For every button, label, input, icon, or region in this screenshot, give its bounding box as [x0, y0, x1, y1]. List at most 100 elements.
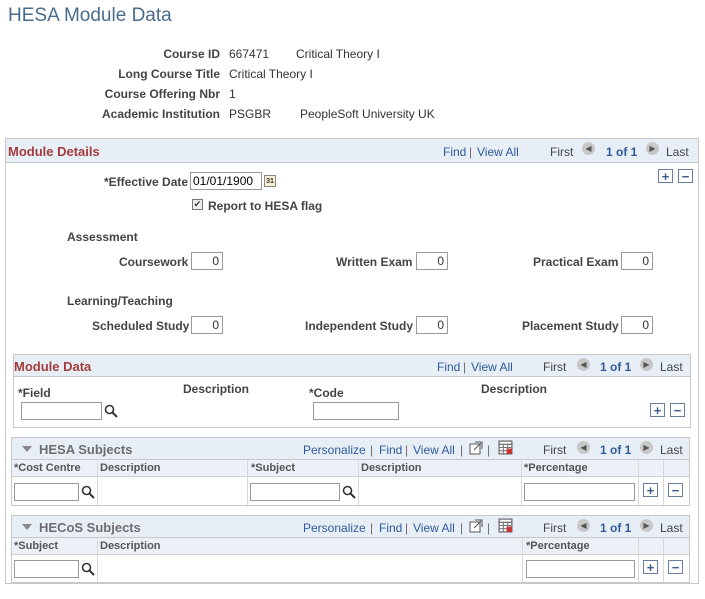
last-label: Last: [666, 145, 689, 159]
column-divider: [521, 460, 522, 505]
coursework-input[interactable]: [191, 252, 223, 270]
column-header: *Subject: [251, 462, 296, 474]
cost-centre-input[interactable]: [14, 483, 79, 501]
column-divider: [663, 460, 664, 505]
zoom-icon[interactable]: [469, 441, 483, 455]
percentage-input[interactable]: [524, 483, 635, 501]
collapse-icon[interactable]: [22, 446, 32, 452]
lookup-icon[interactable]: [81, 485, 95, 499]
view-all-link[interactable]: View All: [413, 443, 455, 457]
practical-exam-input[interactable]: [621, 252, 653, 270]
module-data-title: Module Data: [14, 359, 92, 374]
field-label: *Field: [18, 386, 51, 400]
effective-date-label: *Effective Date: [104, 175, 189, 189]
row-count: 1 of 1: [606, 145, 638, 159]
personalize-link[interactable]: Personalize: [303, 521, 366, 535]
lookup-icon[interactable]: [104, 404, 118, 418]
find-link[interactable]: Find: [437, 360, 460, 374]
column-header: *Cost Centre: [14, 462, 81, 474]
column-header: *Subject: [14, 540, 59, 552]
course-id-label: Course ID: [163, 47, 220, 61]
last-icon[interactable]: ▶: [640, 519, 653, 532]
separator: |: [370, 521, 374, 535]
coursework-label: Coursework: [119, 255, 189, 269]
add-row-icon[interactable]: +: [658, 169, 673, 183]
first-icon[interactable]: ◀: [582, 142, 595, 155]
last-label: Last: [660, 360, 683, 374]
offering-value: 1: [229, 87, 236, 101]
last-icon[interactable]: ▶: [646, 142, 659, 155]
find-link[interactable]: Find: [379, 443, 402, 457]
find-link[interactable]: Find: [379, 521, 402, 535]
percentage-input[interactable]: [526, 560, 635, 578]
download-icon[interactable]: [498, 518, 513, 533]
row-count: 1 of 1: [600, 521, 632, 535]
download-icon[interactable]: [498, 440, 513, 455]
delete-row-icon[interactable]: −: [678, 169, 693, 183]
independent-study-input[interactable]: [416, 316, 448, 334]
separator: |: [460, 443, 464, 457]
column-divider: [638, 538, 639, 582]
add-row-icon[interactable]: +: [643, 560, 658, 574]
scheduled-study-label: Scheduled Study: [92, 319, 190, 333]
collapse-icon[interactable]: [22, 524, 32, 530]
scheduled-study-input[interactable]: [191, 316, 223, 334]
last-icon[interactable]: ▶: [640, 358, 653, 371]
personalize-link[interactable]: Personalize: [303, 443, 366, 457]
separator: |: [469, 145, 473, 159]
placement-study-input[interactable]: [621, 316, 653, 334]
report-flag-checkbox[interactable]: ✔: [192, 199, 203, 210]
column-header: *Percentage: [526, 540, 590, 552]
first-icon[interactable]: ◀: [577, 441, 590, 454]
separator: |: [487, 521, 491, 535]
subject-input[interactable]: [14, 560, 79, 578]
long-title-label: Long Course Title: [118, 67, 220, 81]
field-input[interactable]: [21, 402, 102, 420]
separator: |: [487, 443, 491, 457]
delete-row-icon[interactable]: −: [668, 483, 683, 497]
first-label: First: [550, 145, 574, 159]
report-flag-label: Report to HESA flag: [208, 199, 323, 213]
lookup-icon[interactable]: [81, 562, 95, 576]
separator: |: [405, 521, 409, 535]
row-count: 1 of 1: [600, 360, 632, 374]
view-all-link[interactable]: View All: [471, 360, 513, 374]
module-details-title: Module Details: [8, 144, 100, 159]
first-icon[interactable]: ◀: [577, 358, 590, 371]
first-label: First: [543, 360, 567, 374]
learning-label: Learning/Teaching: [67, 294, 173, 308]
row-count: 1 of 1: [600, 443, 632, 457]
lookup-icon[interactable]: [342, 485, 356, 499]
add-row-icon[interactable]: +: [643, 483, 658, 497]
last-label: Last: [660, 521, 683, 535]
view-all-link[interactable]: View All: [477, 145, 519, 159]
page-title: HESA Module Data: [8, 5, 172, 26]
code-input[interactable]: [313, 402, 399, 420]
find-link[interactable]: Find: [443, 145, 466, 159]
column-header: Description: [361, 462, 422, 474]
delete-row-icon[interactable]: −: [668, 560, 683, 574]
description-label: Description: [183, 382, 250, 396]
written-exam-input[interactable]: [416, 252, 448, 270]
hesa-subjects-title: HESA Subjects: [39, 442, 133, 457]
placement-study-label: Placement Study: [522, 319, 619, 333]
last-icon[interactable]: ▶: [640, 441, 653, 454]
calendar-icon[interactable]: 31: [264, 175, 276, 187]
view-all-link[interactable]: View All: [413, 521, 455, 535]
code-label: *Code: [309, 386, 344, 400]
separator: |: [460, 521, 464, 535]
delete-row-icon[interactable]: −: [670, 403, 685, 417]
add-row-icon[interactable]: +: [650, 403, 665, 417]
institution-name: PeopleSoft University UK: [300, 107, 435, 121]
effective-date-input[interactable]: [190, 172, 262, 190]
subject-input[interactable]: [250, 483, 340, 501]
first-icon[interactable]: ◀: [577, 519, 590, 532]
column-divider: [522, 538, 523, 582]
offering-label: Course Offering Nbr: [104, 87, 220, 101]
column-divider: [97, 538, 98, 582]
course-name-value: Critical Theory I: [296, 47, 380, 61]
column-divider: [358, 460, 359, 505]
zoom-icon[interactable]: [469, 519, 483, 533]
last-label: Last: [660, 443, 683, 457]
description-label: Description: [481, 382, 548, 396]
